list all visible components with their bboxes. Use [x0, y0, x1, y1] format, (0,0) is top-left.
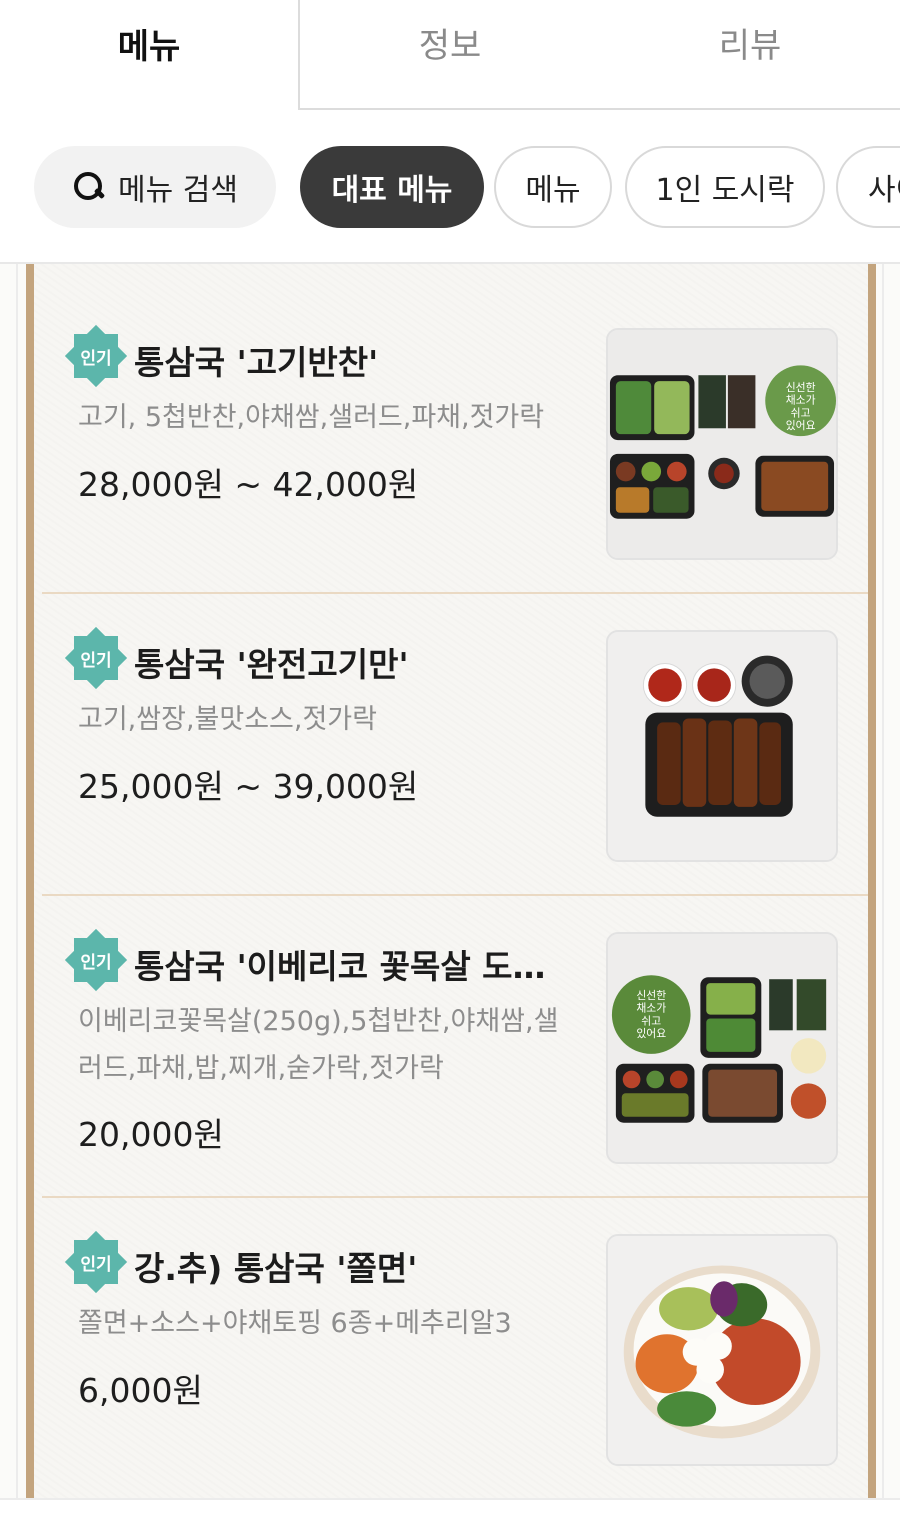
svg-text:채소가: 채소가 [786, 394, 816, 407]
svg-text:신선한: 신선한 [636, 989, 666, 1002]
menu-item-title: 강.추) 통삼국 '쫄면' [134, 1249, 418, 1288]
svg-text:쉬고: 쉬고 [791, 406, 811, 419]
menu-item-title: 통삼국 '완전고기만' [134, 645, 409, 684]
category-chip-bar: 메뉴 검색 대표 메뉴 메뉴 1인 도시락 사이 [0, 110, 900, 262]
menu-board: 인기 통삼국 '고기반찬' 고기, 5첩반찬,야채쌈,샐러드,파채,젓가락 28… [0, 264, 900, 1498]
menu-item-title: 통삼국 '고기반찬' [134, 343, 379, 382]
tab-reviews-label: 리뷰 [718, 25, 782, 66]
menu-item-photo [606, 630, 838, 862]
tab-info[interactable]: 정보 [300, 0, 600, 110]
tab-menu[interactable]: 메뉴 [0, 0, 300, 110]
tab-reviews[interactable]: 리뷰 [600, 0, 900, 110]
menu-item-photo: 신선한 채소가 쉬고 있어요 [606, 932, 838, 1164]
search-icon [72, 170, 106, 204]
menu-item[interactable]: 인기 통삼국 '이베리코 꽃목살 도… 이베리코꽃목살(250g),5첩반찬,야… [42, 896, 868, 1198]
menu-item-photo [606, 1234, 838, 1466]
menu-item[interactable]: 인기 통삼국 '고기반찬' 고기, 5첩반찬,야채쌈,샐러드,파채,젓가락 28… [42, 292, 868, 594]
menu-search-button[interactable]: 메뉴 검색 [34, 146, 276, 228]
svg-text:채소가: 채소가 [636, 1002, 666, 1015]
menu-item-price: 28,000원 ~ 42,000원 [78, 465, 419, 504]
tab-info-label: 정보 [418, 25, 482, 66]
bottom-edge [0, 1498, 900, 1514]
svg-text:있어요: 있어요 [636, 1027, 666, 1040]
menu-item[interactable]: 인기 강.추) 통삼국 '쫄면' 쫄면+소스+야채토핑 6종+메추리알3 6,0… [42, 1198, 868, 1498]
menu-item-description: 고기, 5첩반찬,야채쌈,샐러드,파채,젓가락 [78, 402, 545, 433]
popular-badge: 인기 [68, 328, 124, 384]
veg-bag-text: 신선한 [786, 381, 816, 394]
svg-text:있어요: 있어요 [786, 419, 816, 432]
chip-featured-menu[interactable]: 대표 메뉴 [300, 146, 484, 228]
popular-badge-label: 인기 [74, 1240, 118, 1284]
popular-badge-label: 인기 [74, 334, 118, 378]
popular-badge-label: 인기 [74, 938, 118, 982]
menu-item-price: 25,000원 ~ 39,000원 [78, 767, 419, 806]
popular-badge: 인기 [68, 630, 124, 686]
chip-single-lunchbox[interactable]: 1인 도시락 [625, 146, 825, 228]
tab-menu-label: 메뉴 [117, 26, 181, 67]
menu-item-description: 고기,쌈장,불맛소스,젓가락 [78, 704, 377, 735]
menu-item-description: 쫄면+소스+야채토핑 6종+메추리알3 [78, 1308, 512, 1339]
popular-badge: 인기 [68, 932, 124, 988]
svg-text:쉬고: 쉬고 [641, 1014, 661, 1027]
popular-badge-label: 인기 [74, 636, 118, 680]
menu-item-title: 통삼국 '이베리코 꽃목살 도… [134, 947, 546, 986]
menu-item[interactable]: 인기 통삼국 '완전고기만' 고기,쌈장,불맛소스,젓가락 25,000원 ~ … [42, 594, 868, 896]
menu-item-description: 이베리코꽃목살(250g),5첩반찬,야채쌈,샐러드,파채,밥,찌개,숟가락,젓… [78, 1006, 559, 1084]
menu-search-label: 메뉴 검색 [118, 173, 238, 208]
menu-item-price: 6,000원 [78, 1371, 203, 1410]
popular-badge: 인기 [68, 1234, 124, 1290]
menu-item-price: 20,000원 [78, 1115, 224, 1154]
chip-side[interactable]: 사이 [836, 146, 900, 228]
menu-list: 인기 통삼국 '고기반찬' 고기, 5첩반찬,야채쌈,샐러드,파채,젓가락 28… [26, 264, 876, 1498]
tab-bar: 메뉴 정보 리뷰 [0, 0, 900, 110]
menu-item-photo: 신선한 채소가 쉬고 있어요 [606, 328, 838, 560]
chip-menu[interactable]: 메뉴 [494, 146, 612, 228]
